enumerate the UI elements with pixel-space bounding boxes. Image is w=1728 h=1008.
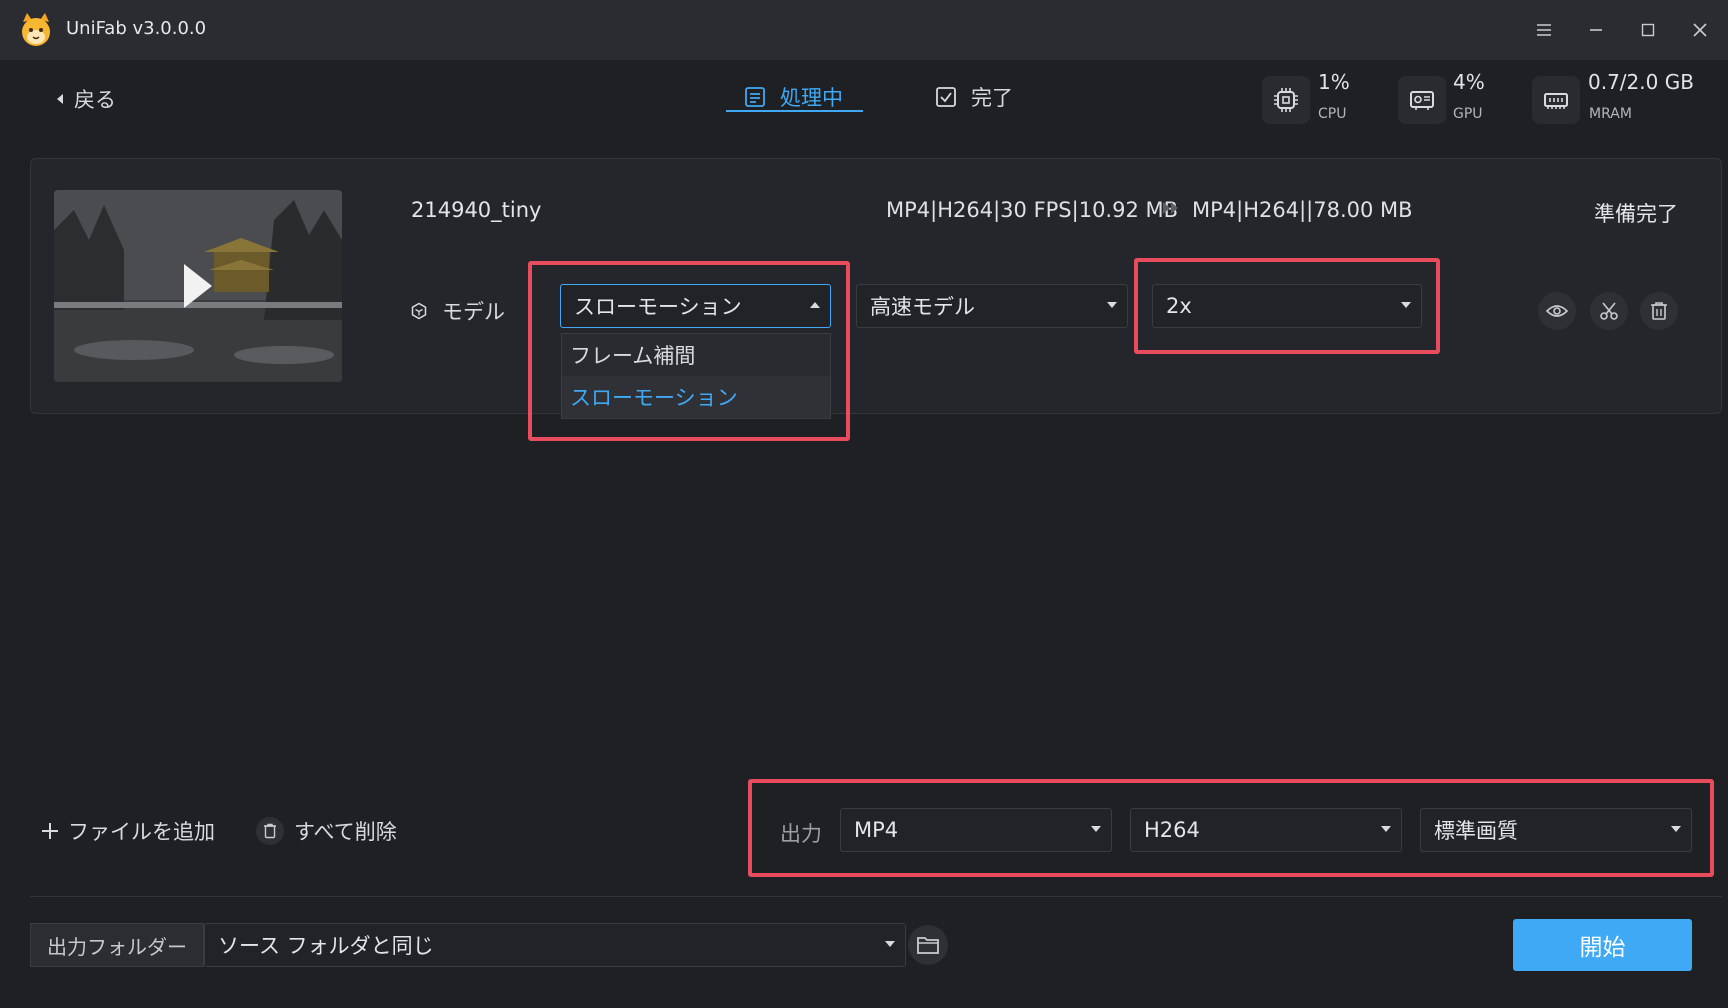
memory-value: 0.7/2.0 GB (1588, 70, 1694, 94)
maximize-button[interactable] (1630, 14, 1666, 46)
cube-icon (411, 302, 427, 320)
highlight-box-output (748, 779, 1714, 877)
gpu-icon (1398, 76, 1446, 124)
checklist-icon (936, 87, 956, 107)
eye-icon (1546, 305, 1568, 317)
tab-processing[interactable]: 処理中 (744, 82, 843, 112)
minimize-button[interactable] (1578, 14, 1614, 46)
app-title: UniFab v3.0.0.0 (66, 18, 207, 39)
tab-processing-label: 処理中 (780, 86, 843, 110)
model-label-text: モデル (442, 300, 505, 324)
play-icon[interactable] (182, 262, 214, 314)
active-tab-indicator (726, 110, 863, 112)
model-label: モデル (410, 296, 505, 326)
output-info: MP4|H264||78.00 MB (1192, 198, 1413, 222)
cpu-icon (1262, 76, 1310, 124)
back-label: 戻る (74, 88, 116, 112)
speed-model-value: 高速モデル (870, 295, 975, 319)
status-text: 準備完了 (1594, 202, 1678, 226)
cpu-label: CPU (1318, 106, 1347, 122)
output-folder-label: 出力フォルダー (30, 923, 204, 967)
double-arrow-icon (1162, 200, 1180, 219)
preview-button[interactable] (1538, 292, 1576, 330)
title-bar (0, 0, 1728, 60)
memory-icon (1532, 76, 1580, 124)
back-button[interactable]: 戻る (56, 84, 116, 114)
chevron-down-icon (885, 941, 895, 947)
highlight-box-rate (1134, 258, 1440, 354)
trash-icon (256, 817, 284, 845)
list-icon (745, 87, 765, 107)
app-logo-icon (18, 12, 54, 48)
video-thumbnail[interactable] (54, 190, 342, 382)
gpu-value: 4% (1453, 70, 1485, 94)
chevron-down-icon (1107, 302, 1117, 308)
folder-icon (917, 937, 939, 954)
menu-icon[interactable] (1526, 14, 1562, 46)
scissors-icon (1600, 302, 1618, 320)
memory-label: MRAM (1589, 106, 1632, 122)
divider (30, 896, 1722, 897)
tab-done[interactable]: 完了 (935, 82, 1013, 112)
delete-all-label: すべて削除 (294, 820, 397, 844)
source-info: MP4|H264|30 FPS|10.92 MB (886, 198, 1179, 222)
speed-model-select[interactable]: 高速モデル (856, 284, 1128, 328)
file-name: 214940_tiny (411, 198, 542, 222)
delete-all-button[interactable]: すべて削除 (256, 816, 397, 846)
output-folder-value: ソース フォルダと同じ (218, 934, 434, 958)
cut-button[interactable] (1590, 292, 1628, 330)
add-file-label: ファイルを追加 (68, 820, 215, 844)
chevron-left-icon (57, 94, 63, 104)
highlight-box-model (528, 261, 850, 441)
add-file-button[interactable]: ファイルを追加 (40, 816, 215, 846)
gpu-label: GPU (1453, 106, 1483, 122)
tab-done-label: 完了 (971, 86, 1013, 110)
close-button[interactable] (1682, 14, 1718, 46)
start-button[interactable]: 開始 (1513, 919, 1692, 971)
trash-icon (1651, 302, 1667, 320)
browse-folder-button[interactable] (908, 925, 948, 965)
delete-button[interactable] (1640, 292, 1678, 330)
output-folder-select[interactable]: ソース フォルダと同じ (204, 923, 906, 967)
cpu-value: 1% (1318, 70, 1350, 94)
plus-icon (42, 823, 58, 839)
